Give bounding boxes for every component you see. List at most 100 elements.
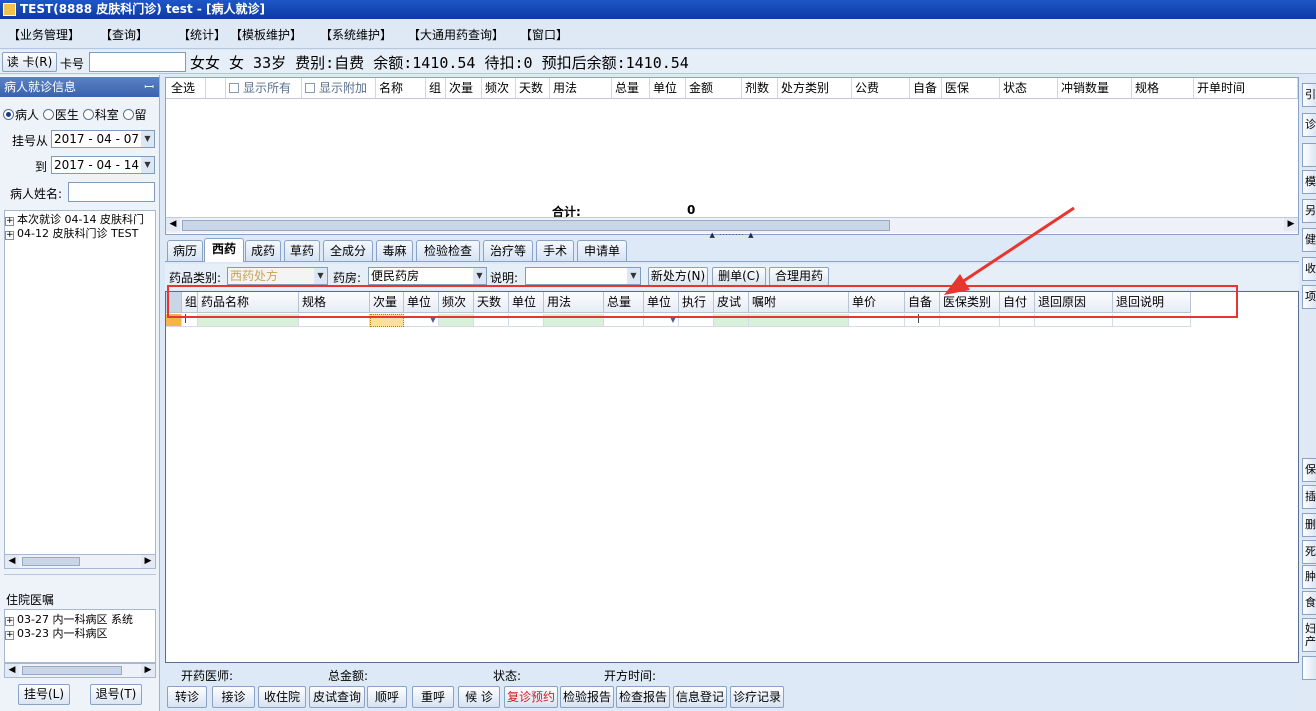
menu-window[interactable]: 【窗口】 <box>520 26 568 43</box>
recall-button[interactable]: 重呼 <box>412 686 454 708</box>
tab-western-medicine[interactable]: 西药 <box>204 238 244 262</box>
expand-icon[interactable]: + <box>5 231 14 240</box>
waiting-button[interactable]: 候 诊 <box>458 686 500 708</box>
side-button-extra[interactable] <box>1302 656 1316 680</box>
expand-icon[interactable]: + <box>5 617 14 626</box>
tab-patent-medicine[interactable]: 成药 <box>245 240 281 261</box>
patient-name-label: 病人姓名: <box>10 187 63 201</box>
treatment-record-button[interactable]: 诊疗记录 <box>730 686 784 708</box>
visit-tree: + 本次就诊 04-14 皮肤科门 +04-12 皮肤科门诊 TEST <box>4 210 156 555</box>
menu-business[interactable]: 【业务管理】 <box>8 26 80 43</box>
tab-herbal[interactable]: 草药 <box>284 240 320 261</box>
side-button-food[interactable]: 食 <box>1302 591 1316 615</box>
receive-button[interactable]: 接诊 <box>212 686 255 708</box>
radio-department[interactable]: 科室 <box>82 108 119 122</box>
scroll-left-icon[interactable]: ◀ <box>5 664 19 677</box>
col-doses: 剂数 <box>742 78 778 98</box>
radio-doctor[interactable]: 医生 <box>42 108 79 122</box>
title-bar: TEST(8888 皮肤科门诊) test - [病人就诊] <box>0 0 1316 19</box>
tab-full-ingredient[interactable]: 全成分 <box>323 240 373 261</box>
side-button-other[interactable]: 另 <box>1302 199 1316 223</box>
radio-stay[interactable]: 留 <box>122 108 147 122</box>
date-to-picker[interactable]: 2017 - 04 - 14 ▼ <box>51 156 155 174</box>
menu-query[interactable]: 【查询】 <box>100 26 148 43</box>
scroll-left-icon[interactable]: ◀ <box>5 555 19 568</box>
rational-drug-button[interactable]: 合理用药 <box>769 267 829 286</box>
tree-item-label: 03-23 内一科病区 <box>17 627 108 640</box>
side-button-delete[interactable]: 删 <box>1302 513 1316 537</box>
side-button-blank[interactable] <box>1302 143 1316 167</box>
tab-requisition[interactable]: 申请单 <box>577 240 627 261</box>
inpatient-tree: +03-27 内一科病区 系统 +03-23 内一科病区 <box>4 609 156 663</box>
scroll-thumb[interactable] <box>22 666 122 675</box>
expand-icon[interactable]: + <box>5 217 14 226</box>
register-button[interactable]: 挂号(L) <box>18 684 70 705</box>
chevron-down-icon: ▼ <box>473 268 486 284</box>
tree-item[interactable]: + 本次就诊 04-14 皮肤科门 <box>5 213 155 227</box>
patient-name-input[interactable] <box>68 182 155 202</box>
tree-item[interactable]: +03-27 内一科病区 系统 <box>5 613 155 627</box>
unregister-button[interactable]: 退号(T) <box>90 684 142 705</box>
note-label: 说明: <box>490 271 519 285</box>
new-rx-button[interactable]: 新处方(N) <box>648 267 708 286</box>
delete-rx-button[interactable]: 删单(C) <box>712 267 766 286</box>
revisit-reservation-button[interactable]: 复诊预约 <box>504 686 558 708</box>
side-button-insurance[interactable]: 保 <box>1302 458 1316 482</box>
col-select-all[interactable]: 全选 <box>168 78 206 98</box>
tab-surgery[interactable]: 手术 <box>536 240 574 261</box>
category-select[interactable]: 西药处方 ▼ <box>227 267 328 285</box>
tab-lab-exam[interactable]: 检验检查 <box>416 240 480 261</box>
tab-medical-record[interactable]: 病历 <box>167 240 203 261</box>
tree-item[interactable]: +03-23 内一科病区 <box>5 627 155 641</box>
tree-item-label: 04-12 皮肤科门诊 TEST <box>17 227 139 240</box>
info-register-button[interactable]: 信息登记 <box>673 686 727 708</box>
scroll-right-icon[interactable]: ▶ <box>1284 218 1298 231</box>
inpatient-tree-scrollbar[interactable]: ◀ ▶ <box>4 663 156 678</box>
col-rx-type: 处方类别 <box>778 78 852 98</box>
menu-drug-query[interactable]: 【大通用药查询】 <box>408 26 504 43</box>
lab-report-button[interactable]: 检验报告 <box>560 686 614 708</box>
exam-report-button[interactable]: 检查报告 <box>616 686 670 708</box>
side-button-maternity[interactable]: 妇产 <box>1302 618 1316 652</box>
col-offset-qty: 冲销数量 <box>1058 78 1132 98</box>
tab-treatment[interactable]: 治疗等 <box>483 240 533 261</box>
side-button-item[interactable]: 项 <box>1302 285 1316 309</box>
date-from-picker[interactable]: 2017 - 04 - 07 ▼ <box>51 130 155 148</box>
scroll-right-icon[interactable]: ▶ <box>141 555 155 568</box>
side-button-template[interactable]: 模 <box>1302 170 1316 194</box>
pharmacy-value: 便民药房 <box>371 269 420 283</box>
menu-template[interactable]: 【模板维护】 <box>230 26 302 43</box>
col-amount: 金额 <box>686 78 742 98</box>
show-extra-checkbox[interactable]: 显示附加 <box>302 78 376 98</box>
pharmacy-select[interactable]: 便民药房 ▼ <box>368 267 487 285</box>
scroll-right-icon[interactable]: ▶ <box>141 664 155 677</box>
tab-narcotics[interactable]: 毒麻 <box>376 240 413 261</box>
visit-tree-scrollbar[interactable]: ◀ ▶ <box>4 554 156 569</box>
scroll-left-icon[interactable]: ◀ <box>166 218 180 231</box>
scroll-thumb[interactable] <box>22 557 80 566</box>
side-button-charge[interactable]: 收 <box>1302 257 1316 281</box>
menu-system[interactable]: 【系统维护】 <box>320 26 392 43</box>
show-all-checkbox[interactable]: 显示所有 <box>226 78 302 98</box>
filter-radios: 病人 医生 科室 留 <box>3 106 147 123</box>
read-card-button[interactable]: 读 卡(R) <box>2 52 57 72</box>
scroll-thumb[interactable] <box>182 220 890 231</box>
side-button-health[interactable]: 健 <box>1302 228 1316 252</box>
side-button-death[interactable]: 死 <box>1302 540 1316 564</box>
note-select[interactable]: ▼ <box>525 267 641 285</box>
expand-icon[interactable]: + <box>5 631 14 640</box>
side-button-diagnosis[interactable]: 诊 <box>1302 113 1316 137</box>
admit-button[interactable]: 收住院 <box>258 686 306 708</box>
menu-statistics[interactable]: 【统计】 <box>178 26 226 43</box>
tree-item[interactable]: +04-12 皮肤科门诊 TEST <box>5 227 155 241</box>
side-button-insert[interactable]: 插 <box>1302 485 1316 509</box>
side-button-cite[interactable]: 引 <box>1302 83 1316 107</box>
skin-test-query-button[interactable]: 皮试查询 <box>309 686 365 708</box>
radio-patient[interactable]: 病人 <box>3 108 39 122</box>
call-next-button[interactable]: 顺呼 <box>367 686 407 708</box>
side-button-tumor[interactable]: 肿 <box>1302 565 1316 589</box>
card-number-input[interactable] <box>89 52 186 72</box>
pin-icon[interactable]: ꟷ <box>144 77 154 97</box>
transfer-button[interactable]: 转诊 <box>167 686 207 708</box>
arrow-shaft <box>955 206 1075 288</box>
